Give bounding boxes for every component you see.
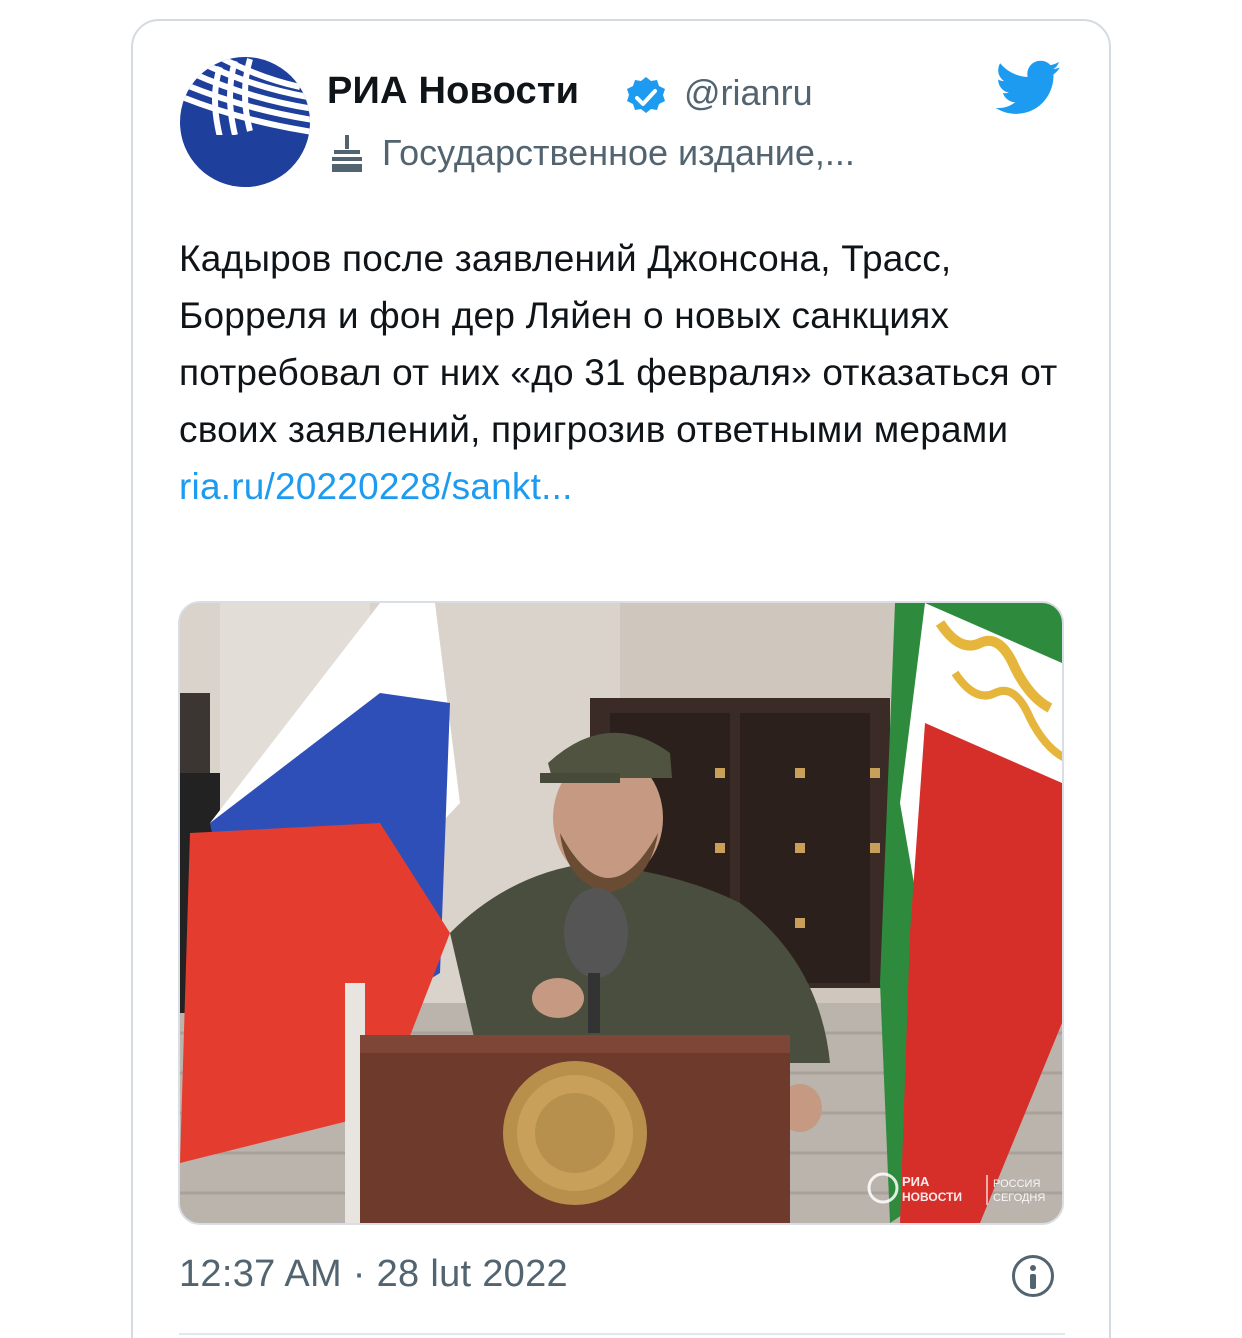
info-icon[interactable] <box>1012 1255 1054 1297</box>
info-icon-dot <box>1030 1265 1036 1271</box>
watermark-ria: РИА <box>902 1174 930 1189</box>
author-name[interactable]: РИА Новости <box>327 70 579 113</box>
author-handle[interactable]: @rianru <box>684 72 813 114</box>
info-icon-bar <box>1030 1274 1036 1289</box>
tweet-photo-image: РИА НОВОСТИ РОССИЯ СЕГОДНЯ <box>180 603 1062 1223</box>
tweet-photo[interactable]: РИА НОВОСТИ РОССИЯ СЕГОДНЯ <box>178 601 1064 1225</box>
government-building-icon <box>332 135 362 172</box>
tweet-link[interactable]: ria.ru/20220228/sankt... <box>179 458 1059 515</box>
account-label-text: Государственное издание,... <box>382 132 855 173</box>
ria-novosti-logo-icon <box>180 57 310 187</box>
verified-badge-icon <box>627 77 665 113</box>
divider <box>179 1333 1065 1335</box>
account-label[interactable]: Государственное издание,... <box>330 128 855 178</box>
tweet-body: Кадыров после заявлений Джонсона, Трасс,… <box>179 230 1059 515</box>
watermark-novosti: НОВОСТИ <box>902 1190 962 1204</box>
tweet-text: Кадыров после заявлений Джонсона, Трасс,… <box>179 238 1058 450</box>
author-avatar[interactable] <box>180 57 310 187</box>
twitter-bird-icon[interactable] <box>996 60 1062 116</box>
watermark-rossiya: РОССИЯ <box>993 1178 1040 1190</box>
tweet-timestamp[interactable]: 12:37 AM · 28 lut 2022 <box>179 1253 568 1296</box>
watermark-segodnya: СЕГОДНЯ <box>993 1192 1045 1204</box>
